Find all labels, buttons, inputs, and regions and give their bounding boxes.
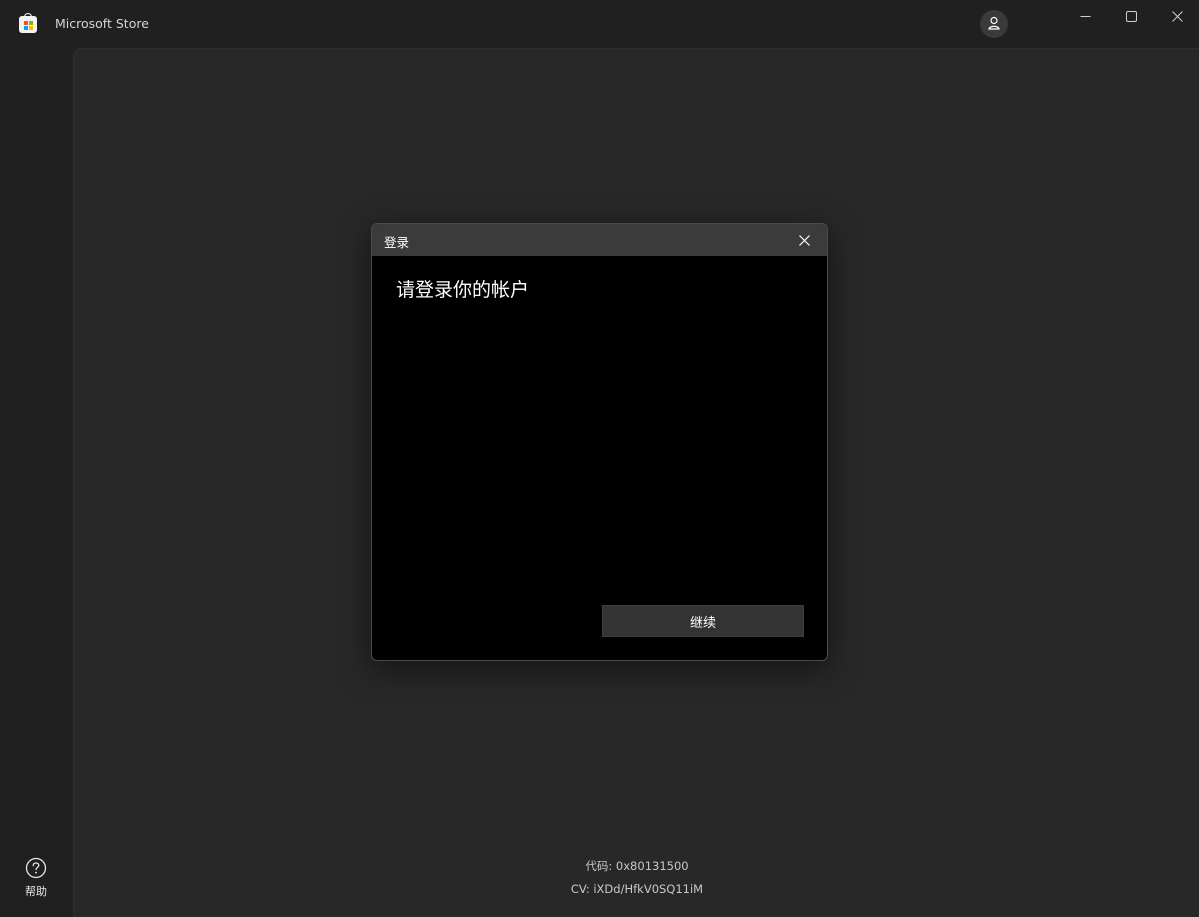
- error-info: 代码: 0x80131500 CV: iXDd/HfkV0SQ11iM: [74, 855, 1199, 901]
- minimize-button[interactable]: [1062, 0, 1108, 32]
- maximize-icon: [1125, 7, 1137, 26]
- maximize-button[interactable]: [1108, 0, 1154, 32]
- sign-in-dialog: 登录 请登录你的帐户 继续: [371, 223, 828, 661]
- title-bar: Microsoft Store: [0, 0, 1199, 48]
- continue-button[interactable]: 继续: [602, 605, 804, 637]
- navigation-rail: [0, 48, 73, 917]
- minimize-icon: [1080, 7, 1091, 26]
- error-code: 代码: 0x80131500: [585, 859, 689, 873]
- error-cv: CV: iXDd/HfkV0SQ11iM: [570, 882, 704, 896]
- help-label: 帮助: [25, 885, 47, 898]
- help-button[interactable]: 帮助: [14, 857, 58, 907]
- app-title: Microsoft Store: [55, 16, 149, 31]
- close-icon: [798, 231, 810, 250]
- dialog-close-button[interactable]: [781, 224, 827, 256]
- dialog-heading: 请登录你的帐户: [396, 279, 530, 301]
- app-window: Microsoft Store 帮助 代码: 0x80131500 CV: iX…: [0, 0, 1199, 917]
- microsoft-store-icon: [19, 13, 37, 33]
- account-icon: [987, 15, 1001, 34]
- close-icon: [1171, 7, 1183, 26]
- close-window-button[interactable]: [1154, 0, 1199, 32]
- dialog-title: 登录: [384, 235, 410, 250]
- dialog-title-bar: 登录: [372, 224, 827, 256]
- help-circle-icon: [14, 857, 58, 879]
- account-button[interactable]: [980, 10, 1008, 38]
